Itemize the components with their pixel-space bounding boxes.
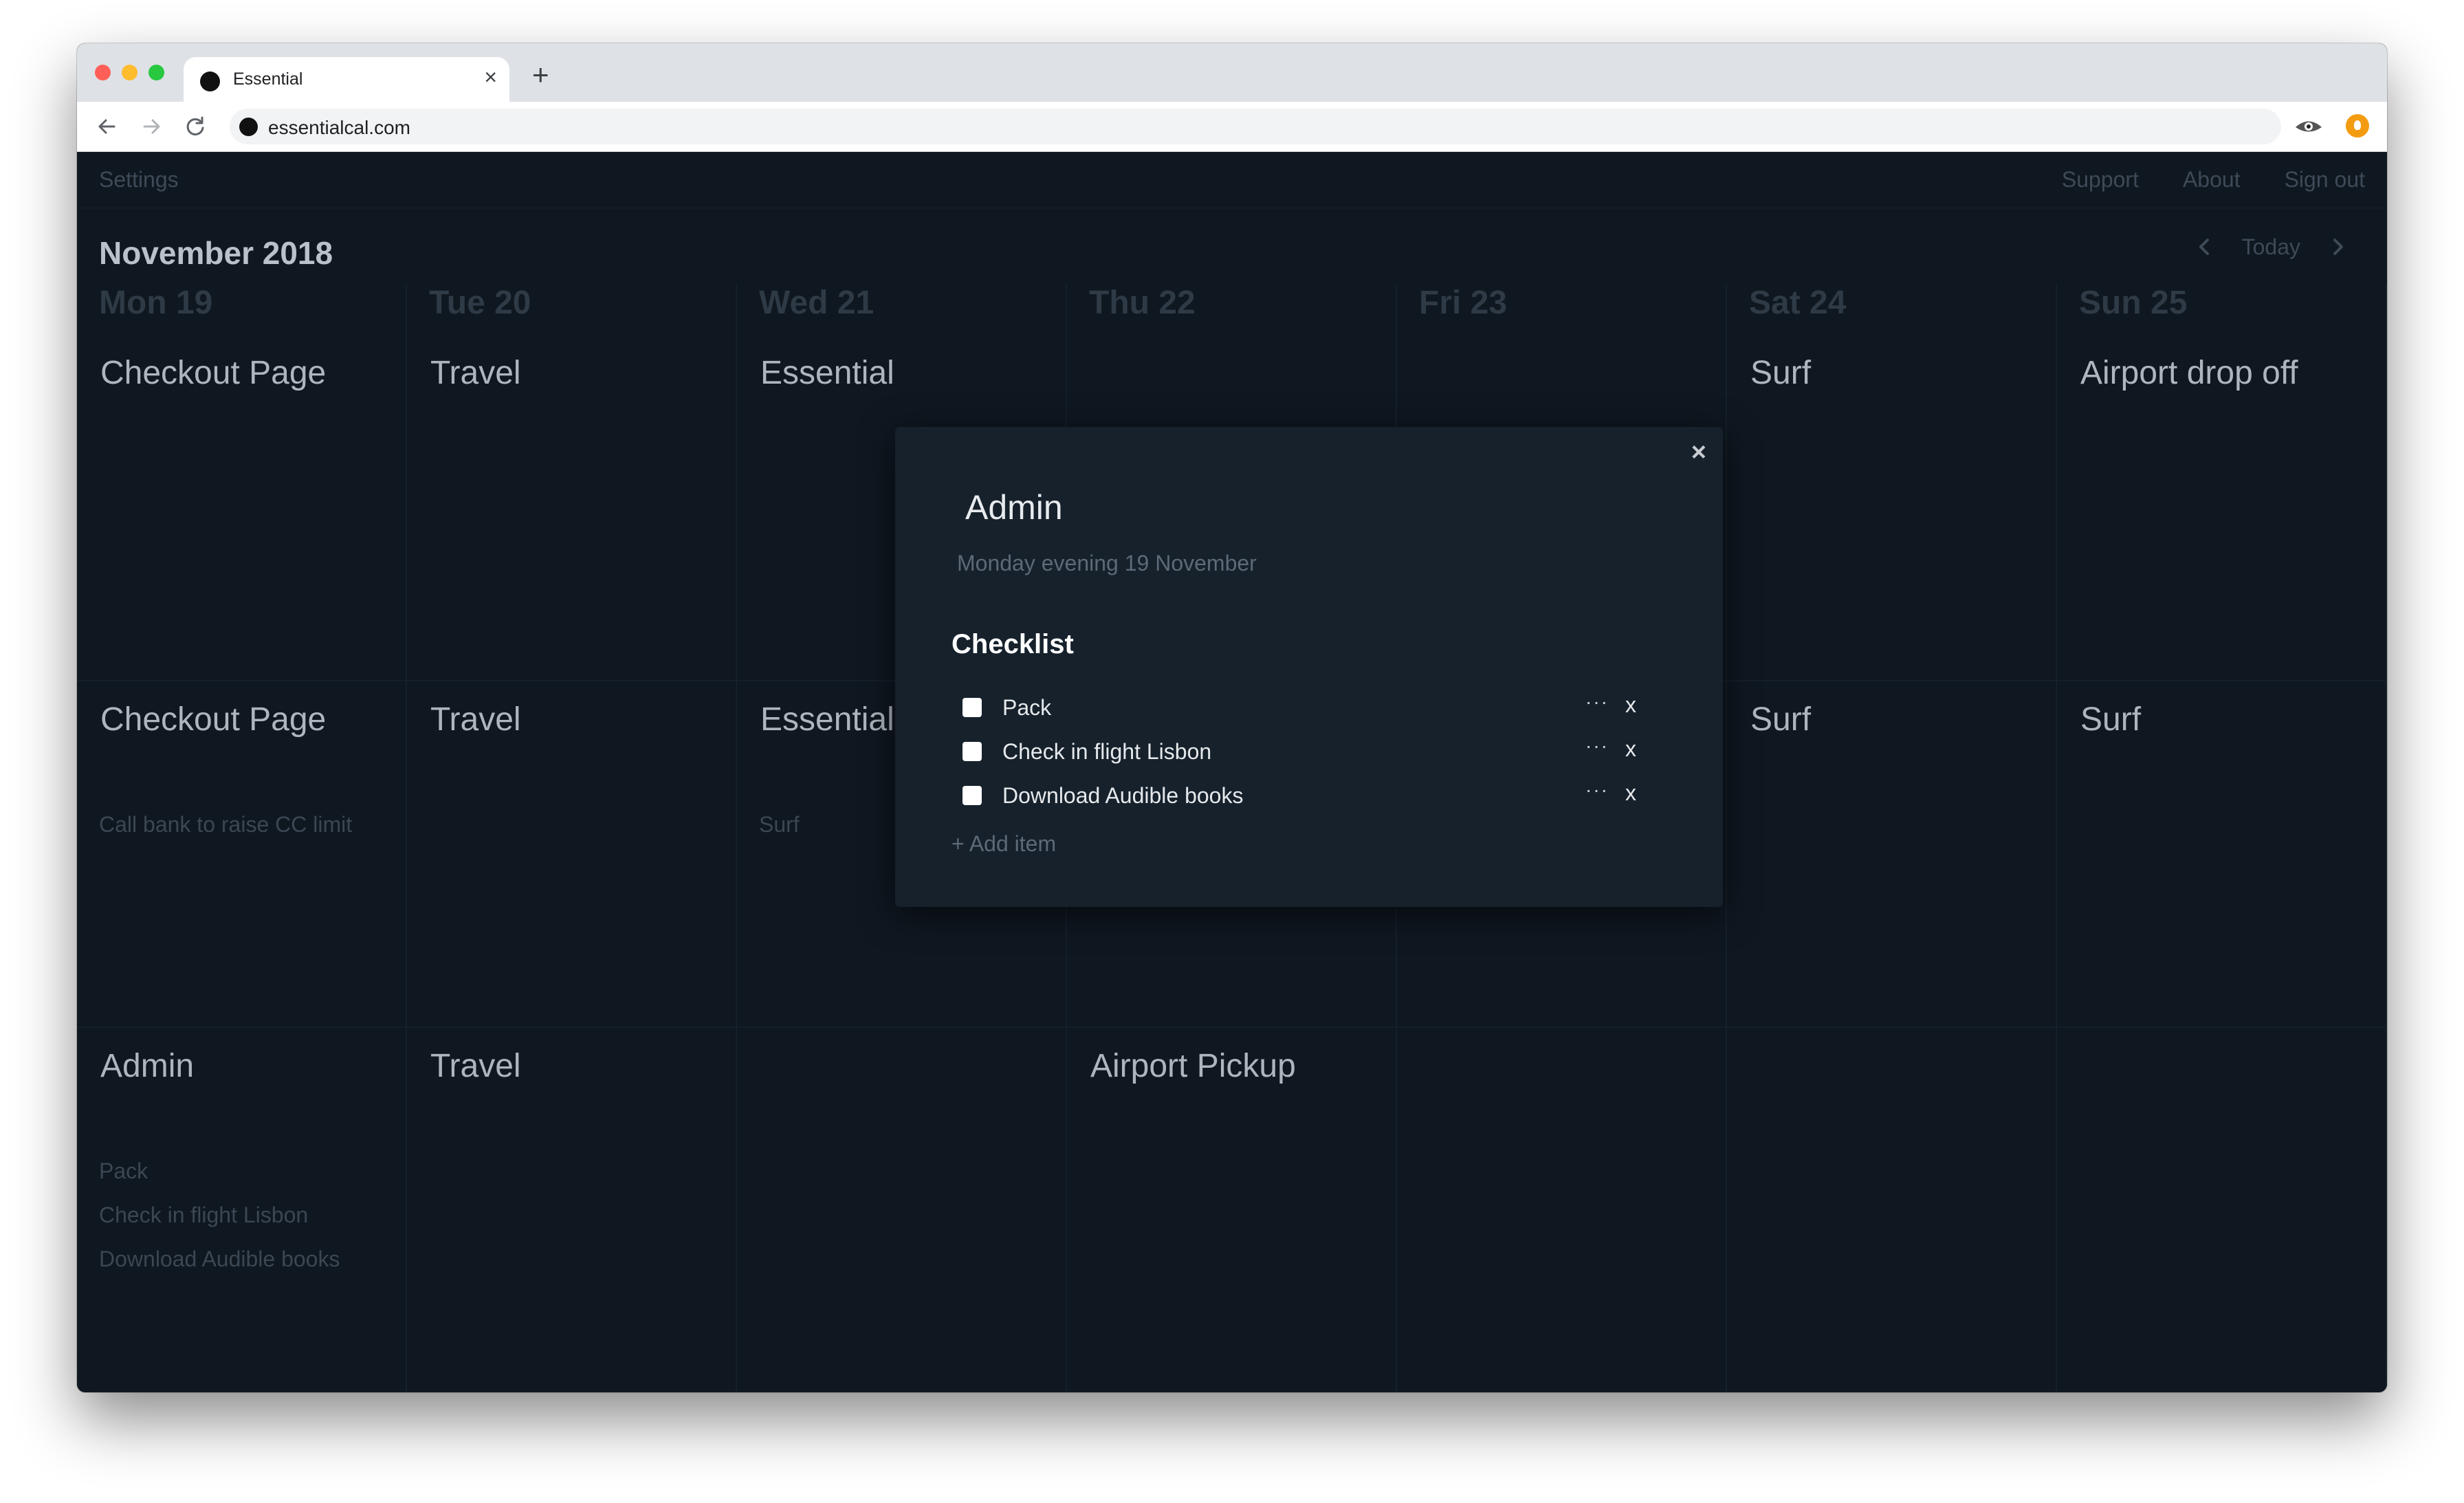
previous-week-icon[interactable] xyxy=(2194,233,2214,261)
calendar-navigation: Today xyxy=(2194,233,2348,261)
day-cell[interactable]: Surf xyxy=(1727,333,2057,680)
day-header: Thu 22 xyxy=(1089,285,1196,321)
cell-item[interactable]: Download Audible books xyxy=(99,1237,340,1281)
cell-title[interactable]: Travel xyxy=(430,354,521,392)
day-column: Sat 24 Surf Surf xyxy=(1727,284,2057,1392)
cell-title[interactable]: Surf xyxy=(1750,701,1811,738)
day-cell[interactable]: Checkout Page Call bank to raise CC limit xyxy=(77,680,407,1027)
browser-toolbar: essentialcal.com xyxy=(77,102,2387,152)
month-title: November 2018 xyxy=(99,235,333,271)
tab-bar: Essential × + xyxy=(77,43,2387,102)
tab-close-icon[interactable]: × xyxy=(484,66,497,88)
day-column: Sun 25 Airport drop off Surf xyxy=(2057,284,2387,1392)
today-button[interactable]: Today xyxy=(2242,234,2300,260)
modal-title[interactable]: Admin xyxy=(965,487,1063,527)
favicon-icon xyxy=(200,72,220,91)
checklist-item: Pack ··· x xyxy=(962,691,1657,727)
forward-arrow-icon[interactable] xyxy=(138,113,165,140)
cell-title[interactable]: Checkout Page xyxy=(100,354,326,392)
cell-item[interactable]: Check in flight Lisbon xyxy=(99,1193,340,1237)
site-icon xyxy=(239,118,258,136)
sign-out-link[interactable]: Sign out xyxy=(2285,167,2365,193)
remove-item-button[interactable]: x xyxy=(1625,692,1636,718)
day-header: Fri 23 xyxy=(1419,285,1508,321)
more-options-icon[interactable]: ··· xyxy=(1585,691,1609,713)
next-week-icon[interactable] xyxy=(2328,233,2348,261)
day-cell[interactable]: Surf xyxy=(2057,680,2387,1027)
app-page: Settings Support About Sign out November… xyxy=(77,152,2387,1392)
day-column: Tue 20 Travel Travel Travel xyxy=(407,284,737,1392)
reload-icon[interactable] xyxy=(182,113,209,140)
checklist-checkbox[interactable] xyxy=(962,786,982,805)
new-tab-button[interactable]: + xyxy=(532,61,549,89)
day-cell[interactable] xyxy=(1397,1027,1727,1373)
day-header: Sat 24 xyxy=(1749,285,1847,321)
extension-orange-icon[interactable] xyxy=(2346,114,2369,138)
day-header: Mon 19 xyxy=(99,285,213,321)
cell-title[interactable]: Admin xyxy=(100,1047,194,1085)
extension-eye-icon[interactable] xyxy=(2294,116,2324,138)
url-text[interactable]: essentialcal.com xyxy=(268,117,410,139)
day-header: Sun 25 xyxy=(2079,285,2188,321)
top-nav-links: Support About Sign out xyxy=(2062,167,2365,193)
checklist-checkbox[interactable] xyxy=(962,742,982,761)
cell-title[interactable]: Checkout Page xyxy=(100,701,326,738)
modal-close-icon[interactable]: × xyxy=(1691,439,1706,465)
tab-title: Essential xyxy=(233,69,303,89)
day-cell[interactable] xyxy=(2057,1027,2387,1373)
cell-item-list: Call bank to raise CC limit xyxy=(99,802,352,846)
checklist-item: Download Audible books ··· x xyxy=(962,779,1657,815)
cell-title[interactable]: Essential xyxy=(760,354,894,392)
top-navigation: Settings Support About Sign out xyxy=(77,152,2387,208)
day-cell[interactable] xyxy=(1727,1027,2057,1373)
day-cell[interactable]: Travel xyxy=(407,333,737,680)
cell-title[interactable]: Travel xyxy=(430,701,521,738)
day-header: Tue 20 xyxy=(429,285,531,321)
cell-title[interactable]: Surf xyxy=(1750,354,1811,392)
cell-title[interactable]: Essential xyxy=(760,701,894,738)
more-options-icon[interactable]: ··· xyxy=(1585,779,1609,801)
cell-title[interactable]: Airport Pickup xyxy=(1090,1047,1296,1085)
cell-item[interactable]: Call bank to raise CC limit xyxy=(99,802,352,846)
about-link[interactable]: About xyxy=(2183,167,2241,193)
checklist-item-label[interactable]: Pack xyxy=(1002,695,1051,721)
day-cell[interactable]: Checkout Page xyxy=(77,333,407,680)
checklist-heading: Checklist xyxy=(952,629,1074,659)
cell-item[interactable]: Pack xyxy=(99,1149,340,1193)
maximize-window-button[interactable] xyxy=(148,65,164,80)
day-cell[interactable]: Airport drop off xyxy=(2057,333,2387,680)
checklist-checkbox[interactable] xyxy=(962,698,982,717)
remove-item-button[interactable]: x xyxy=(1625,736,1636,762)
day-cell[interactable]: Airport Pickup xyxy=(1067,1027,1397,1373)
cell-title[interactable]: Airport drop off xyxy=(2080,354,2298,392)
address-bar[interactable]: essentialcal.com xyxy=(230,109,2281,144)
add-item-button[interactable]: + Add item xyxy=(952,831,1056,857)
modal-subtitle: Monday evening 19 November xyxy=(957,551,1257,575)
day-cell[interactable] xyxy=(737,1027,1067,1373)
browser-tab[interactable]: Essential × xyxy=(184,57,509,102)
checklist-item-label[interactable]: Check in flight Lisbon xyxy=(1002,739,1211,765)
remove-item-button[interactable]: x xyxy=(1625,780,1636,806)
cell-title[interactable]: Travel xyxy=(430,1047,521,1085)
back-arrow-icon[interactable] xyxy=(94,113,121,140)
more-options-icon[interactable]: ··· xyxy=(1585,735,1609,757)
settings-link[interactable]: Settings xyxy=(99,167,179,193)
day-column: Mon 19 Checkout Page Checkout Page Call ban… xyxy=(77,284,407,1392)
cell-title[interactable]: Surf xyxy=(2080,701,2141,738)
support-link[interactable]: Support xyxy=(2062,167,2139,193)
browser-window: Essential × + essentialcal.com Settings xyxy=(77,43,2387,1392)
day-cell[interactable]: Admin Pack Check in flight Lisbon Download … xyxy=(77,1027,407,1373)
day-cell[interactable]: Travel xyxy=(407,1027,737,1373)
close-window-button[interactable] xyxy=(95,65,111,80)
cell-item[interactable]: Surf xyxy=(759,802,800,846)
minimize-window-button[interactable] xyxy=(122,65,138,80)
day-cell[interactable]: Surf xyxy=(1727,680,2057,1027)
checklist-item: Check in flight Lisbon ··· x xyxy=(962,735,1657,771)
cell-item-list: Surf xyxy=(759,802,800,846)
day-cell[interactable]: Travel xyxy=(407,680,737,1027)
checklist-item-label[interactable]: Download Audible books xyxy=(1002,783,1243,809)
event-modal: × Admin Monday evening 19 November Check… xyxy=(895,427,1723,907)
cell-item-list: Pack Check in flight Lisbon Download Audib… xyxy=(99,1149,340,1281)
day-header: Wed 21 xyxy=(759,285,874,321)
